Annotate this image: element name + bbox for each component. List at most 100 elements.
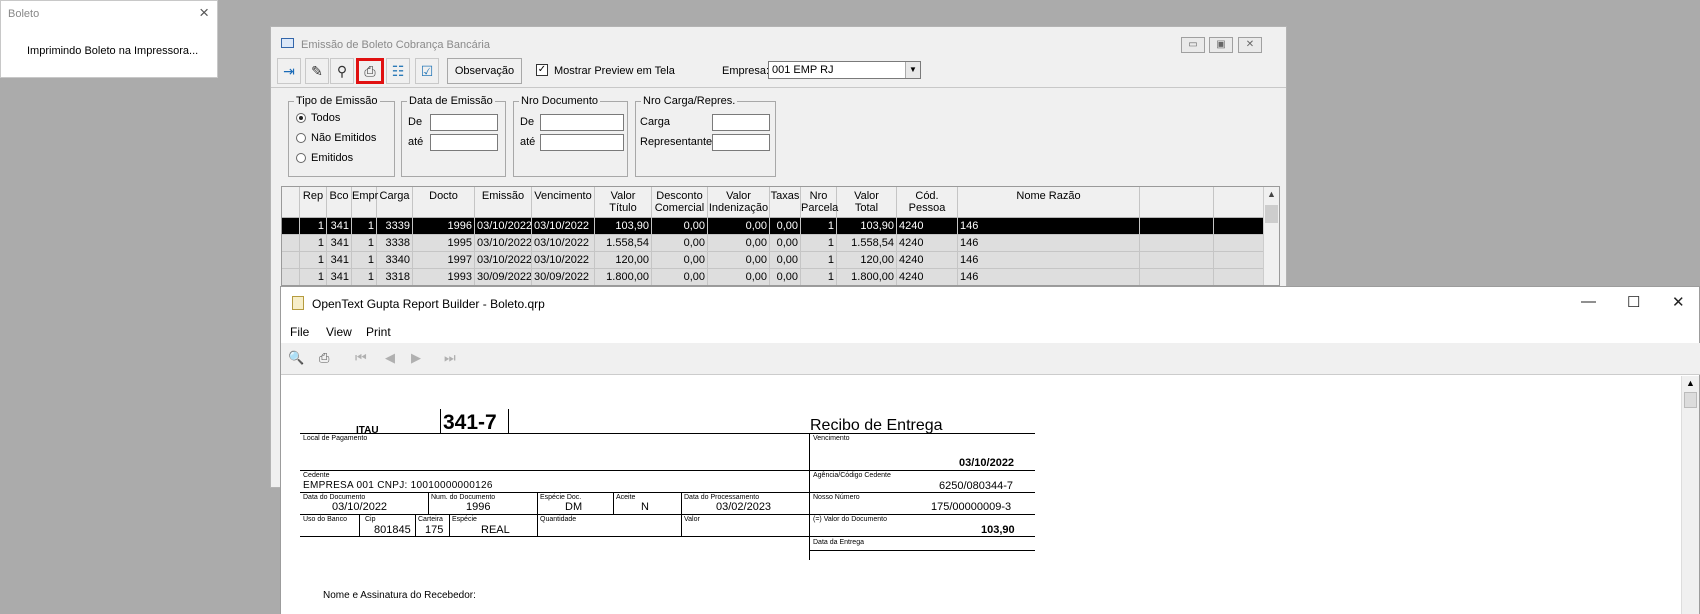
table-row[interactable]: 1 341 1 3340 1997 03/10/2022 03/10/2022 120,00 0…: [282, 252, 1265, 269]
radio-nao-emitidos[interactable]: [296, 133, 306, 143]
minimize-icon[interactable]: —: [1581, 293, 1596, 310]
table-scrollbar[interactable]: ▲: [1263, 187, 1279, 285]
scroll-up-icon[interactable]: ▲: [1686, 378, 1695, 388]
observacao-button[interactable]: Observação: [447, 58, 522, 84]
row-selector[interactable]: [282, 269, 300, 285]
aceite-value: N: [641, 501, 649, 513]
valor-documento-label: (=) Valor do Documento: [813, 516, 887, 523]
column-header[interactable]: Cód. Pessoa: [897, 187, 958, 218]
select-all-icon[interactable]: ☷: [386, 58, 410, 84]
column-header[interactable]: Taxas: [770, 187, 801, 218]
prev-page-icon[interactable]: ◀: [385, 350, 395, 366]
exit-icon[interactable]: ⇥: [277, 58, 301, 84]
column-header[interactable]: Vencimento: [532, 187, 595, 218]
column-header[interactable]: Valor Indenização: [708, 187, 770, 218]
table-cell: 03/10/2022: [532, 218, 595, 235]
representante-input[interactable]: [712, 134, 770, 151]
last-page-icon[interactable]: ⏭: [444, 350, 456, 366]
documento-de-input[interactable]: [540, 114, 624, 131]
toolbar: ⇥ ✎ ⚲ ⎙ ☷ Observação ☑ ✓ Mostrar Preview…: [275, 58, 1280, 84]
close-icon[interactable]: ✕: [1672, 293, 1685, 311]
de-label: De: [408, 116, 423, 128]
column-header[interactable]: Desconto Comercial: [652, 187, 708, 218]
search-icon[interactable]: ⚲: [330, 58, 354, 84]
data-documento-value: 03/10/2022: [332, 501, 388, 513]
window-title: Emissão de Boleto Cobrança Bancária: [301, 39, 490, 51]
menu-print[interactable]: Print: [366, 325, 391, 339]
column-header[interactable]: Docto: [413, 187, 475, 218]
radio-emitidos[interactable]: [296, 153, 306, 163]
carteira-value: 175: [425, 524, 444, 536]
column-header-line2: Pessoa: [908, 202, 946, 214]
column-header[interactable]: Nro Parcela: [801, 187, 838, 218]
scroll-thumb[interactable]: [1265, 205, 1278, 223]
data-ate-input[interactable]: [430, 134, 498, 151]
row-selector[interactable]: [282, 235, 300, 252]
table-cell: 03/10/2022: [475, 218, 532, 235]
table-cell: 1: [352, 269, 377, 285]
table-cell: [1140, 218, 1214, 235]
carga-input[interactable]: [712, 114, 770, 131]
next-page-icon[interactable]: ▶: [411, 350, 421, 366]
maximize-icon[interactable]: ☐: [1627, 293, 1640, 311]
preview-icon[interactable]: 🔍: [288, 350, 304, 366]
close-icon[interactable]: ✕: [1238, 37, 1262, 53]
table-row[interactable]: 1 341 1 3338 1995 03/10/2022 03/10/2022 1.558,5…: [282, 235, 1265, 252]
chevron-down-icon[interactable]: ▼: [905, 62, 920, 78]
column-header[interactable]: Carga: [377, 187, 413, 218]
table-cell: 3340: [377, 252, 413, 269]
column-header[interactable]: Emissão: [475, 187, 532, 218]
column-header[interactable]: Empr: [352, 187, 378, 218]
minimize-icon[interactable]: ▭: [1181, 37, 1205, 53]
column-header[interactable]: Nome Razão: [958, 187, 1140, 218]
table-row[interactable]: 1 341 1 3339 1996 03/10/2022 03/10/2022 103,90 0…: [282, 218, 1265, 235]
column-header[interactable]: Valor Título: [595, 187, 652, 218]
close-icon[interactable]: ×: [199, 4, 209, 21]
table-cell: 3339: [377, 218, 413, 235]
restore-icon[interactable]: ▣: [1209, 37, 1233, 53]
column-header[interactable]: Valor Total: [837, 187, 897, 218]
check-all-icon[interactable]: ☑: [415, 58, 439, 84]
nosso-numero-value: 175/00000009-3: [931, 501, 1012, 513]
table-cell: 4240: [897, 218, 958, 235]
preview-checkbox[interactable]: ✓: [536, 64, 548, 76]
table-cell: 0,00: [708, 218, 770, 235]
scroll-thumb[interactable]: [1684, 392, 1697, 408]
report-scrollbar[interactable]: ▲: [1681, 376, 1699, 614]
bank-code: 341-7: [443, 411, 497, 434]
table-cell: 103,90: [837, 218, 897, 235]
table-cell: 1: [801, 218, 837, 235]
cip-label: Cip: [365, 516, 376, 523]
documento-ate-input[interactable]: [540, 134, 624, 151]
print-icon[interactable]: ⎙: [356, 58, 384, 84]
window-title: OpenText Gupta Report Builder - Boleto.q…: [312, 297, 545, 311]
print-icon[interactable]: ⎙: [319, 350, 329, 366]
boletos-table[interactable]: Rep Bco Empr Carga Docto Emissão Vencimento Val…: [281, 186, 1280, 286]
table-cell: 0,00: [708, 252, 770, 269]
table-cell: 30/09/2022: [475, 269, 532, 285]
table-cell: [1140, 235, 1214, 252]
table-cell: 341: [327, 269, 352, 285]
data-de-input[interactable]: [430, 114, 498, 131]
table-cell: 341: [327, 252, 352, 269]
row-selector[interactable]: [282, 252, 300, 269]
agencia-label: Agência/Código Cedente: [813, 472, 891, 479]
column-header[interactable]: Rep: [300, 187, 327, 218]
column-header[interactable]: Bco: [327, 187, 352, 218]
table-cell: 0,00: [652, 269, 708, 285]
menu-file[interactable]: File: [290, 325, 309, 339]
report-toolbar: 🔍 ⎙ ⏮ ◀ ▶ ⏭: [281, 343, 1700, 375]
table-cell: 341: [327, 218, 352, 235]
table-row[interactable]: 1 341 1 3318 1993 30/09/2022 30/09/2022 1.800,0…: [282, 269, 1265, 285]
menu-view[interactable]: View: [326, 325, 352, 339]
scroll-up-icon[interactable]: ▲: [1267, 189, 1276, 199]
radio-todos[interactable]: [296, 113, 306, 123]
first-page-icon[interactable]: ⏮: [355, 350, 367, 366]
column-header[interactable]: [1140, 187, 1214, 218]
empresa-select[interactable]: 001 EMP RJ ▼: [768, 61, 921, 79]
table-cell: 1.800,00: [837, 269, 897, 285]
edit-icon[interactable]: ✎: [305, 58, 329, 84]
row-selector[interactable]: [282, 218, 300, 235]
table-cell: 1: [300, 269, 327, 285]
de-label: De: [520, 116, 535, 128]
